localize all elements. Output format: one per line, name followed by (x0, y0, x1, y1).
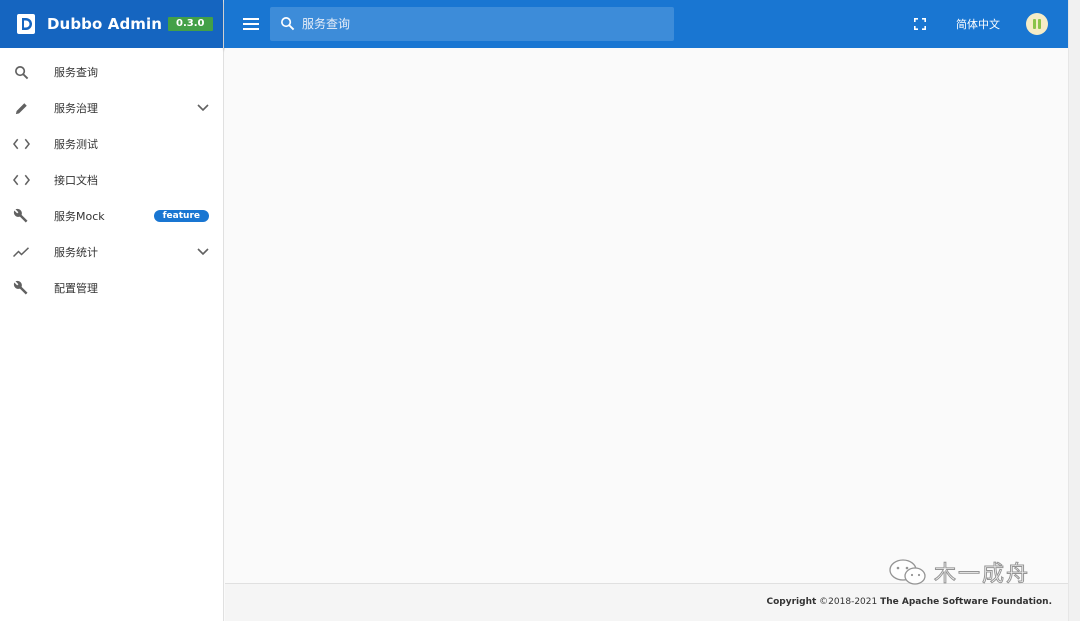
sidebar-item-service-statistics[interactable]: 服务统计 (0, 234, 223, 270)
sidebar-item-service-governance[interactable]: 服务治理 (0, 90, 223, 126)
pencil-icon (10, 99, 32, 117)
menu-icon[interactable] (242, 16, 260, 32)
scrollbar-track[interactable] (1068, 0, 1080, 621)
copyright-organization: The Apache Software Foundation. (880, 597, 1052, 607)
top-app-bar: 简体中文 (224, 0, 1068, 48)
sidebar-item-label: 配置管理 (54, 282, 98, 295)
copyright-years: ©2018-2021 (819, 597, 878, 607)
search-input[interactable] (300, 16, 664, 32)
main-content (225, 48, 1068, 583)
sidebar-item-service-test[interactable]: 服务测试 (0, 126, 223, 162)
wechat-icon (889, 559, 926, 585)
language-selector[interactable]: 简体中文 (956, 16, 1000, 32)
copyright-label: Copyright (766, 597, 817, 607)
sidebar-item-label: 接口文档 (54, 174, 98, 187)
wrench-icon (10, 279, 32, 297)
wrench-icon (10, 207, 32, 225)
sidebar-item-service-mock[interactable]: 服务Mock feature (0, 198, 223, 234)
code-icon (10, 135, 32, 153)
sidebar-item-label: 服务测试 (54, 138, 98, 151)
sidebar-item-label: 服务Mock (54, 210, 105, 223)
chevron-down-icon[interactable] (197, 102, 209, 114)
feature-badge: feature (153, 210, 209, 222)
code-icon (10, 171, 32, 189)
chevron-down-icon[interactable] (197, 246, 209, 258)
copyright-text: Copyright ©2018-2021 The Apache Software… (767, 597, 1052, 607)
version-badge: 0.3.0 (168, 17, 213, 31)
sidebar-item-service-query[interactable]: 服务查询 (0, 54, 223, 90)
brand-header[interactable]: Dubbo Admin 0.3.0 (0, 0, 223, 48)
search-icon (10, 63, 32, 81)
avatar-icon (1033, 19, 1041, 29)
avatar[interactable] (1026, 13, 1048, 35)
trending-up-icon (10, 243, 32, 261)
footer: Copyright ©2018-2021 The Apache Software… (225, 583, 1068, 621)
dubbo-logo-icon (17, 14, 35, 34)
sidebar-item-api-docs[interactable]: 接口文档 (0, 162, 223, 198)
sidebar-nav: 服务查询 服务治理 服务测试 接口文档 服务Mock feature 服务统计 … (0, 48, 223, 306)
sidebar-item-label: 服务查询 (54, 66, 98, 79)
sidebar-item-config-management[interactable]: 配置管理 (0, 270, 223, 306)
watermark: 木一成舟 (888, 556, 1030, 588)
search-icon (280, 16, 296, 32)
watermark-text: 木一成舟 (933, 562, 1031, 588)
fullscreen-icon[interactable] (914, 18, 926, 30)
sidebar: Dubbo Admin 0.3.0 服务查询 服务治理 服务测试 接口文档 服务… (0, 0, 224, 621)
sidebar-item-label: 服务统计 (54, 246, 98, 259)
app-title: Dubbo Admin (47, 15, 163, 33)
search-bar[interactable] (270, 7, 674, 41)
sidebar-item-label: 服务治理 (54, 102, 98, 115)
